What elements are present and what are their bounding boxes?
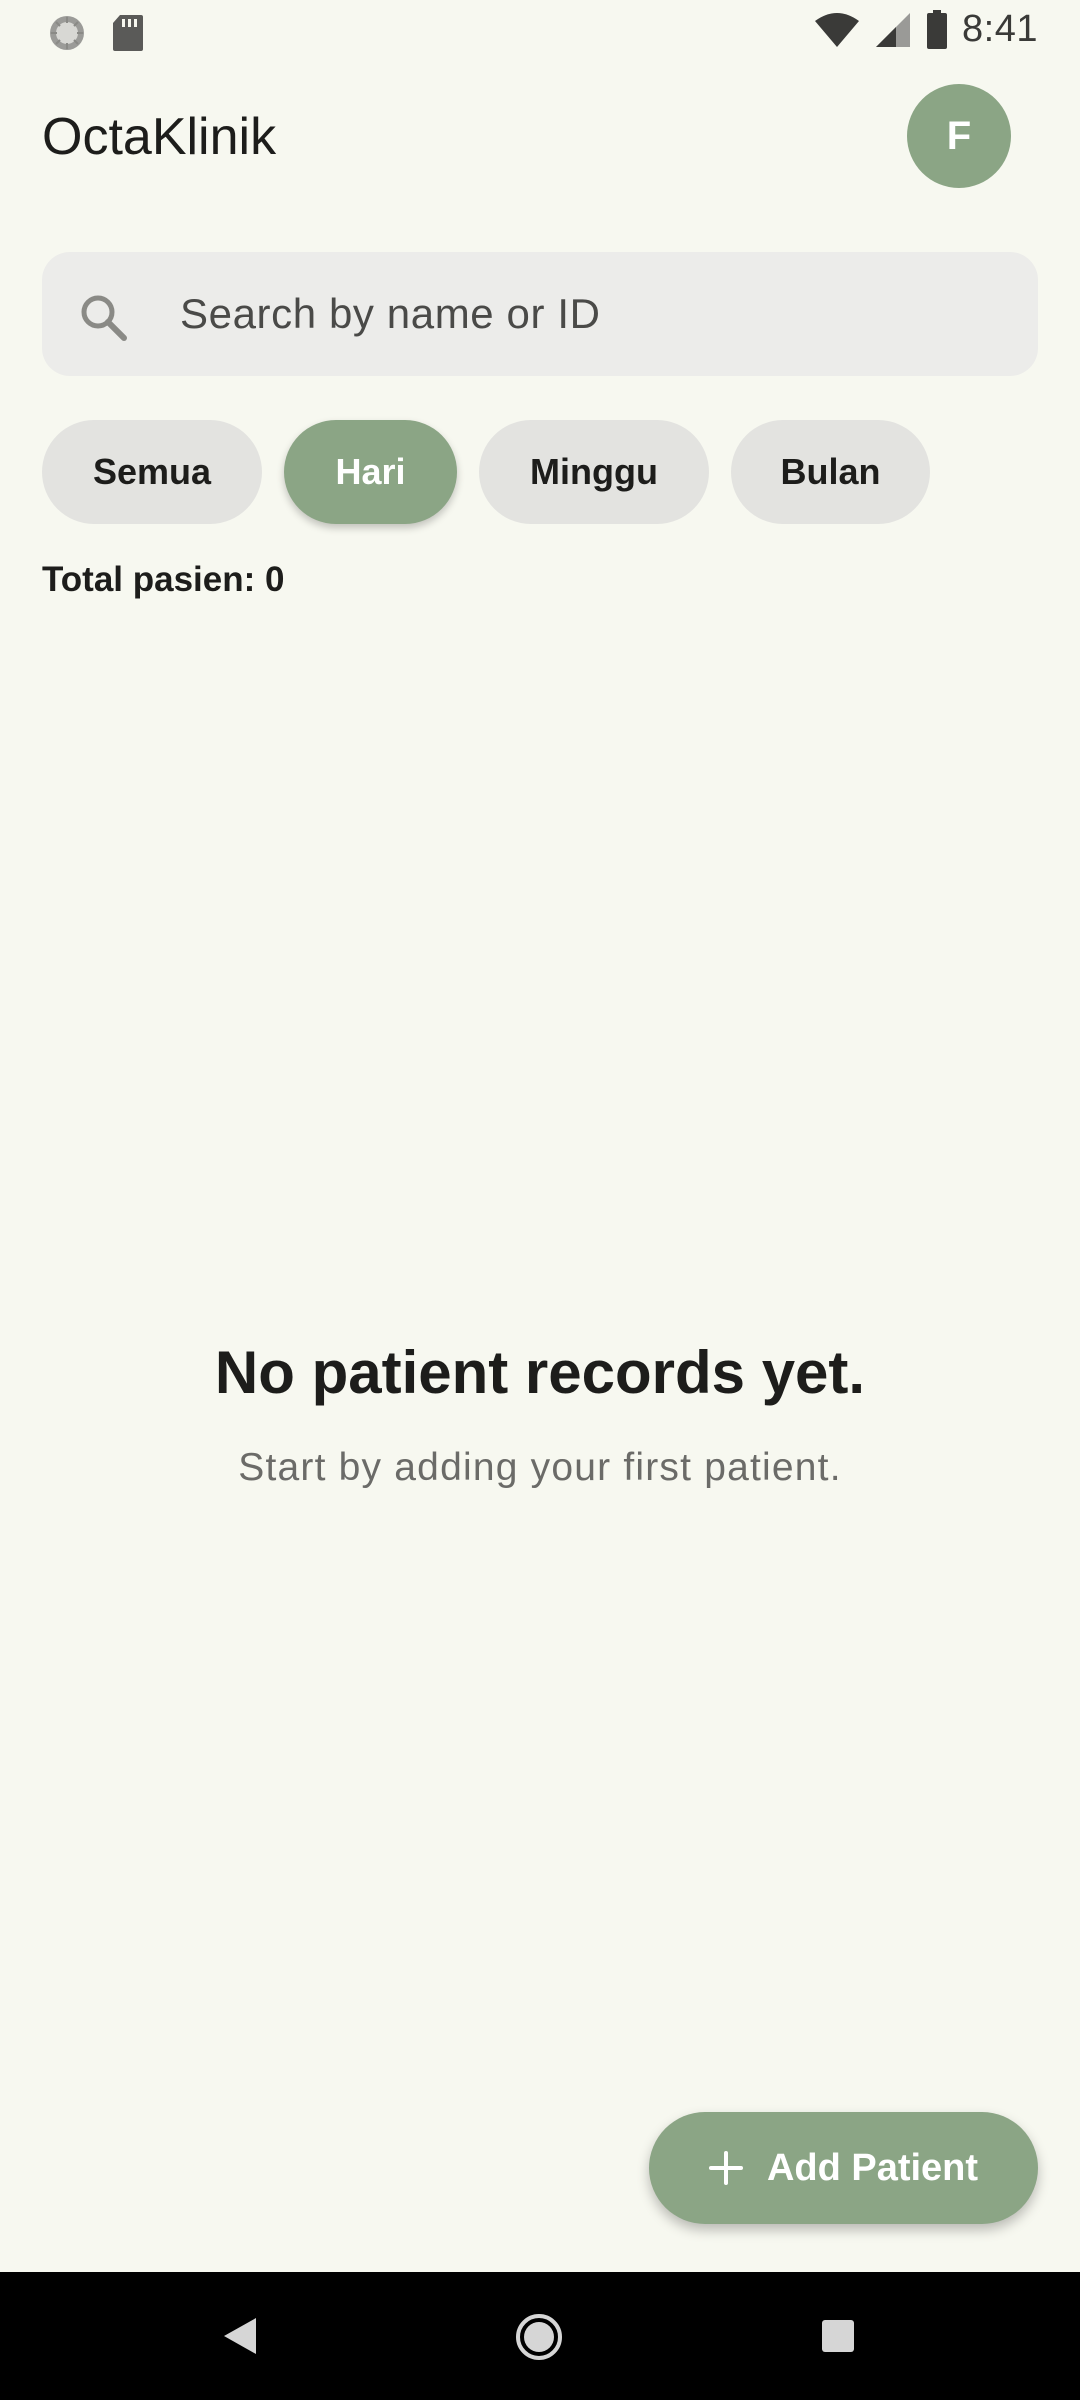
system-nav-bar — [0, 2272, 1080, 2400]
home-icon[interactable] — [514, 2312, 564, 2362]
add-patient-button[interactable]: Add Patient — [649, 2112, 1038, 2224]
plus-icon — [708, 2151, 743, 2185]
loading-dots-icon — [50, 16, 84, 50]
add-patient-label: Add Patient — [766, 2146, 979, 2189]
filter-chip-semua[interactable]: Semua — [42, 420, 262, 524]
cell-signal-icon — [876, 12, 911, 47]
filter-chip-hari[interactable]: Hari — [284, 420, 457, 524]
status-left-icons — [48, 14, 144, 52]
back-icon[interactable] — [222, 2316, 258, 2356]
total-patient-count: Total pasien: 0 — [42, 560, 285, 599]
app-title: OctaKlinik — [42, 108, 277, 166]
battery-icon — [927, 9, 948, 49]
search-input[interactable] — [180, 252, 1000, 376]
filter-chip-label: Bulan — [780, 451, 881, 492]
filter-chip-bulan[interactable]: Bulan — [731, 420, 930, 524]
filter-chip-label: Minggu — [530, 451, 658, 492]
empty-state-title: No patient records yet. — [214, 1339, 866, 1406]
search-icon — [81, 295, 127, 341]
wifi-icon — [815, 12, 860, 47]
status-bar: 8:41 — [0, 0, 1080, 62]
status-time: 8:41 — [962, 8, 1038, 50]
recents-icon[interactable] — [820, 2318, 856, 2354]
empty-state-subtitle: Start by adding your first patient. — [238, 1446, 842, 1489]
search-box[interactable] — [42, 252, 1038, 376]
avatar[interactable]: F — [907, 84, 1011, 188]
filter-chip-minggu[interactable]: Minggu — [479, 420, 709, 524]
status-right-icons: 8:41 — [814, 8, 1038, 51]
avatar-initial: F — [946, 113, 972, 158]
filter-chip-label: Hari — [335, 451, 406, 492]
filter-chip-label: Semua — [92, 451, 212, 492]
sd-card-icon — [113, 15, 143, 51]
